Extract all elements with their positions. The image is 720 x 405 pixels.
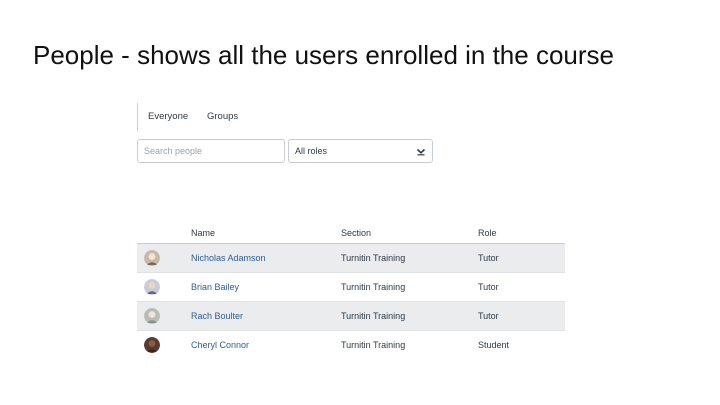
role-select-value: All roles [295, 146, 328, 156]
chevron-down-icon [416, 146, 426, 156]
column-header-name[interactable]: Name [191, 222, 215, 244]
table-row: Rach Boulter Turnitin Training Tutor [137, 302, 565, 331]
tab-groups[interactable]: Groups [207, 103, 238, 131]
avatar[interactable] [144, 279, 160, 295]
section-cell: Turnitin Training [341, 311, 406, 321]
table-row: Brian Bailey Turnitin Training Tutor [137, 273, 565, 302]
tab-everyone[interactable]: Everyone [137, 103, 198, 131]
people-table: Name Section Role Nicholas Adamson Turni… [137, 222, 565, 359]
avatar[interactable] [144, 308, 160, 324]
table-row: Cheryl Connor Turnitin Training Student [137, 331, 565, 359]
user-name-link[interactable]: Brian Bailey [191, 273, 239, 301]
role-cell: Tutor [478, 253, 499, 263]
table-row: Nicholas Adamson Turnitin Training Tutor [137, 244, 565, 273]
section-cell: Turnitin Training [341, 340, 406, 350]
role-select[interactable]: All roles [288, 139, 433, 163]
page-title: People - shows all the users enrolled in… [33, 40, 614, 70]
role-cell: Tutor [478, 311, 499, 321]
column-header-role[interactable]: Role [478, 222, 497, 244]
avatar[interactable] [144, 250, 160, 266]
avatar[interactable] [144, 337, 160, 353]
user-name-link[interactable]: Nicholas Adamson [191, 244, 266, 272]
people-tabs: Everyone Groups [137, 103, 433, 131]
section-cell: Turnitin Training [341, 253, 406, 263]
user-name-link[interactable]: Rach Boulter [191, 302, 243, 330]
table-header: Name Section Role [137, 222, 565, 244]
column-header-section[interactable]: Section [341, 222, 371, 244]
user-name-link[interactable]: Cheryl Connor [191, 331, 249, 359]
section-cell: Turnitin Training [341, 282, 406, 292]
role-cell: Student [478, 340, 510, 350]
role-cell: Tutor [478, 282, 499, 292]
search-input[interactable] [137, 139, 285, 163]
